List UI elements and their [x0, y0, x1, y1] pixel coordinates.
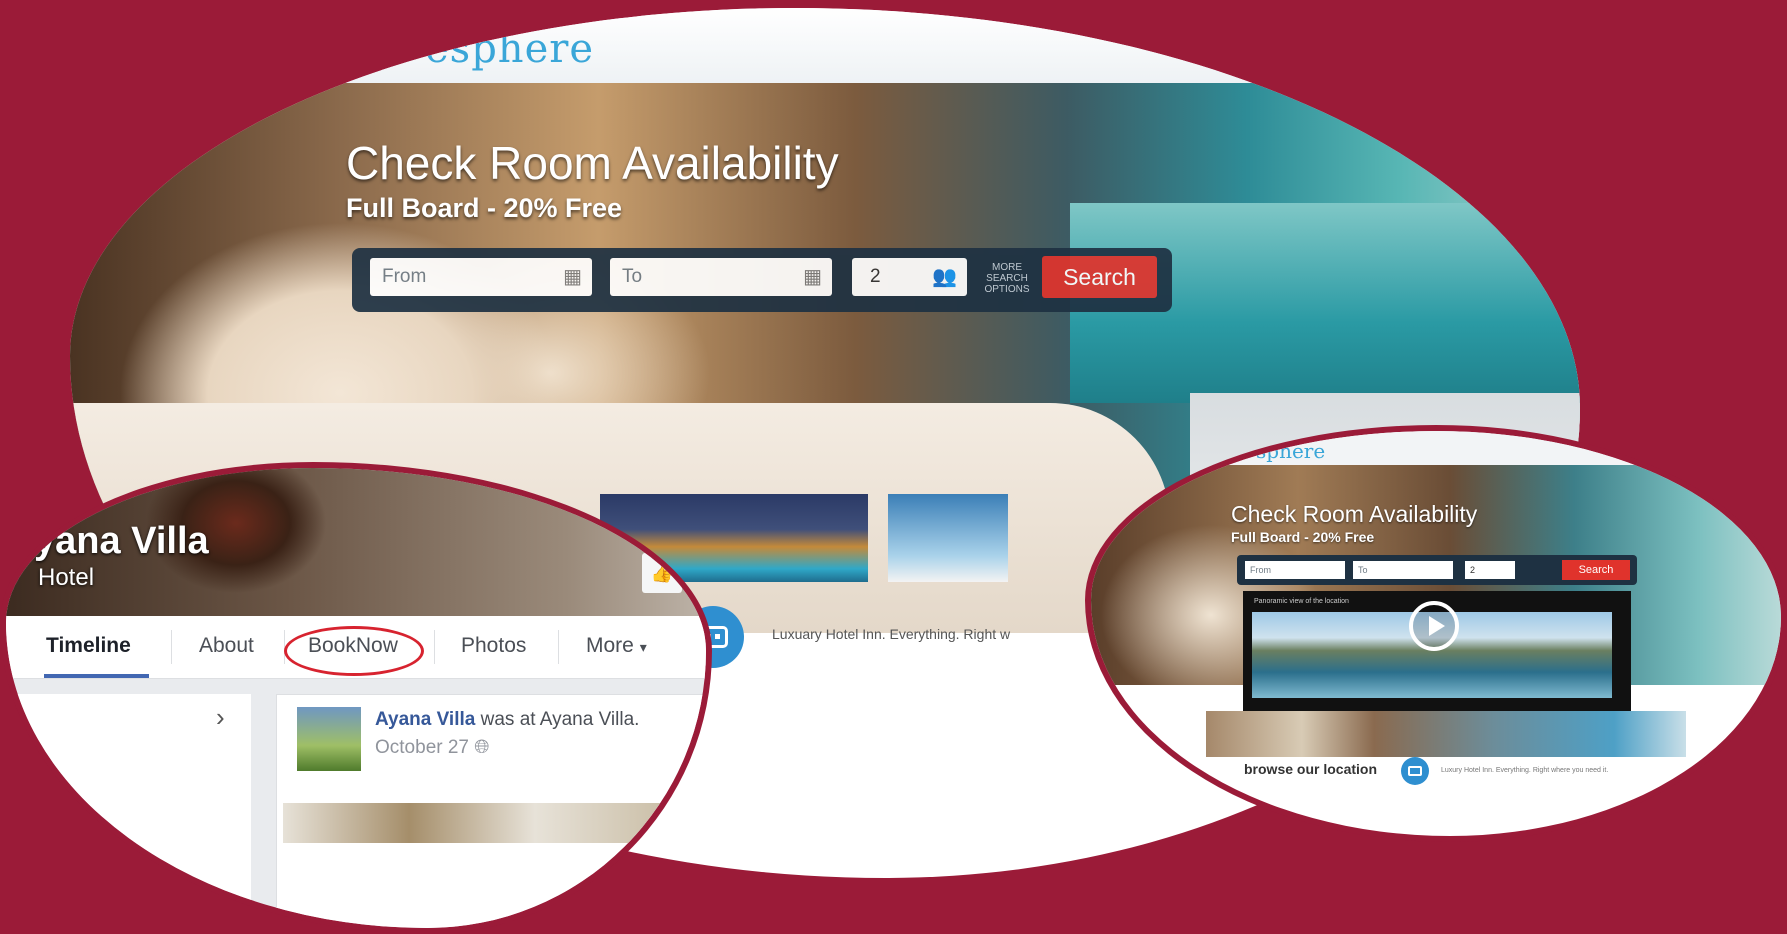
tab-photos[interactable]: Photos: [461, 634, 526, 658]
globe-icon: 🌐︎: [474, 737, 490, 758]
avatar[interactable]: [297, 707, 361, 771]
tab-divider: [171, 630, 172, 664]
more-search-options-link[interactable]: MORE SEARCH OPTIONS: [982, 262, 1032, 295]
calendar-icon[interactable]: ▦: [803, 258, 822, 296]
tab-divider: [434, 630, 435, 664]
tab-divider: [558, 630, 559, 664]
fb-page-name[interactable]: yana Villa: [34, 520, 209, 563]
post-author[interactable]: Ayana Villa: [375, 709, 475, 730]
post-date[interactable]: October 27 🌐︎: [375, 737, 489, 759]
booknow-highlight-circle: [284, 626, 424, 676]
guests-field[interactable]: 2 👥: [852, 258, 967, 296]
guests-icon: 👥: [932, 266, 957, 288]
active-tab-indicator: [44, 674, 149, 678]
availability-search-bar: From To 2 Search: [1237, 555, 1637, 585]
fb-left-column: ›: [6, 694, 251, 928]
gallery-thumbnails[interactable]: [1206, 711, 1686, 757]
post-date-text: October 27: [375, 737, 469, 758]
post-header: Ayana Villa was at Ayana Villa.: [375, 709, 639, 731]
site-header: sphere: [1091, 431, 1781, 465]
play-icon[interactable]: [1409, 601, 1459, 651]
availability-search-bar: From ▦ To ▦ 2 👥 MORE SEARCH OPTIONS Sear…: [352, 248, 1172, 312]
search-button[interactable]: Search: [1042, 256, 1157, 298]
fb-cover-photo: yana Villa Hotel 👍: [6, 468, 706, 616]
site-logo[interactable]: sphere: [1256, 439, 1325, 463]
facebook-page-bubble: yana Villa Hotel 👍 Timeline About BookNo…: [0, 462, 712, 934]
from-date-placeholder: From: [382, 266, 427, 287]
fb-page-category: Hotel: [38, 564, 95, 591]
site-tagline: Luxury Hotel Inn. Everything. Right wher…: [1441, 767, 1609, 774]
tab-more[interactable]: More ▾: [586, 634, 647, 658]
post-image[interactable]: [283, 803, 703, 843]
tab-more-label: More: [586, 634, 634, 657]
video-caption: Panoramic view of the location: [1254, 598, 1349, 605]
from-date-field[interactable]: From ▦: [370, 258, 592, 296]
browse-location-heading: browse our location: [1244, 761, 1378, 777]
tab-timeline[interactable]: Timeline: [46, 634, 131, 658]
hero-subline: Full Board - 20% Free: [1231, 529, 1375, 545]
hero-headline: Check Room Availability: [1231, 501, 1478, 527]
guests-value: 2: [870, 266, 881, 287]
hero-subline: Full Board - 20% Free: [346, 193, 623, 223]
to-date-field[interactable]: To: [1353, 561, 1453, 579]
fb-post: Ayana Villa was at Ayana Villa. October …: [276, 694, 706, 928]
site-header: esphere: [70, 8, 1580, 83]
chevron-down-icon: ▾: [639, 639, 647, 655]
hero-headline: Check Room Availability: [346, 137, 839, 189]
like-icon[interactable]: 👍: [642, 553, 682, 593]
to-date-field[interactable]: To ▦: [610, 258, 832, 296]
from-date-field[interactable]: From: [1245, 561, 1345, 579]
site-logo[interactable]: esphere: [425, 26, 594, 72]
site-tagline: Luxuary Hotel Inn. Everything. Right w: [772, 626, 1011, 642]
chevron-right-icon[interactable]: ›: [216, 702, 225, 733]
search-button[interactable]: Search: [1562, 560, 1630, 580]
to-date-placeholder: To: [622, 266, 643, 287]
guests-field[interactable]: 2: [1465, 561, 1515, 579]
gallery-thumb-beach[interactable]: [888, 494, 1008, 582]
tab-about[interactable]: About: [199, 634, 254, 658]
calendar-icon[interactable]: ▦: [563, 258, 582, 296]
robot-icon: [1401, 757, 1429, 785]
post-action: was at Ayana Villa.: [475, 709, 640, 730]
